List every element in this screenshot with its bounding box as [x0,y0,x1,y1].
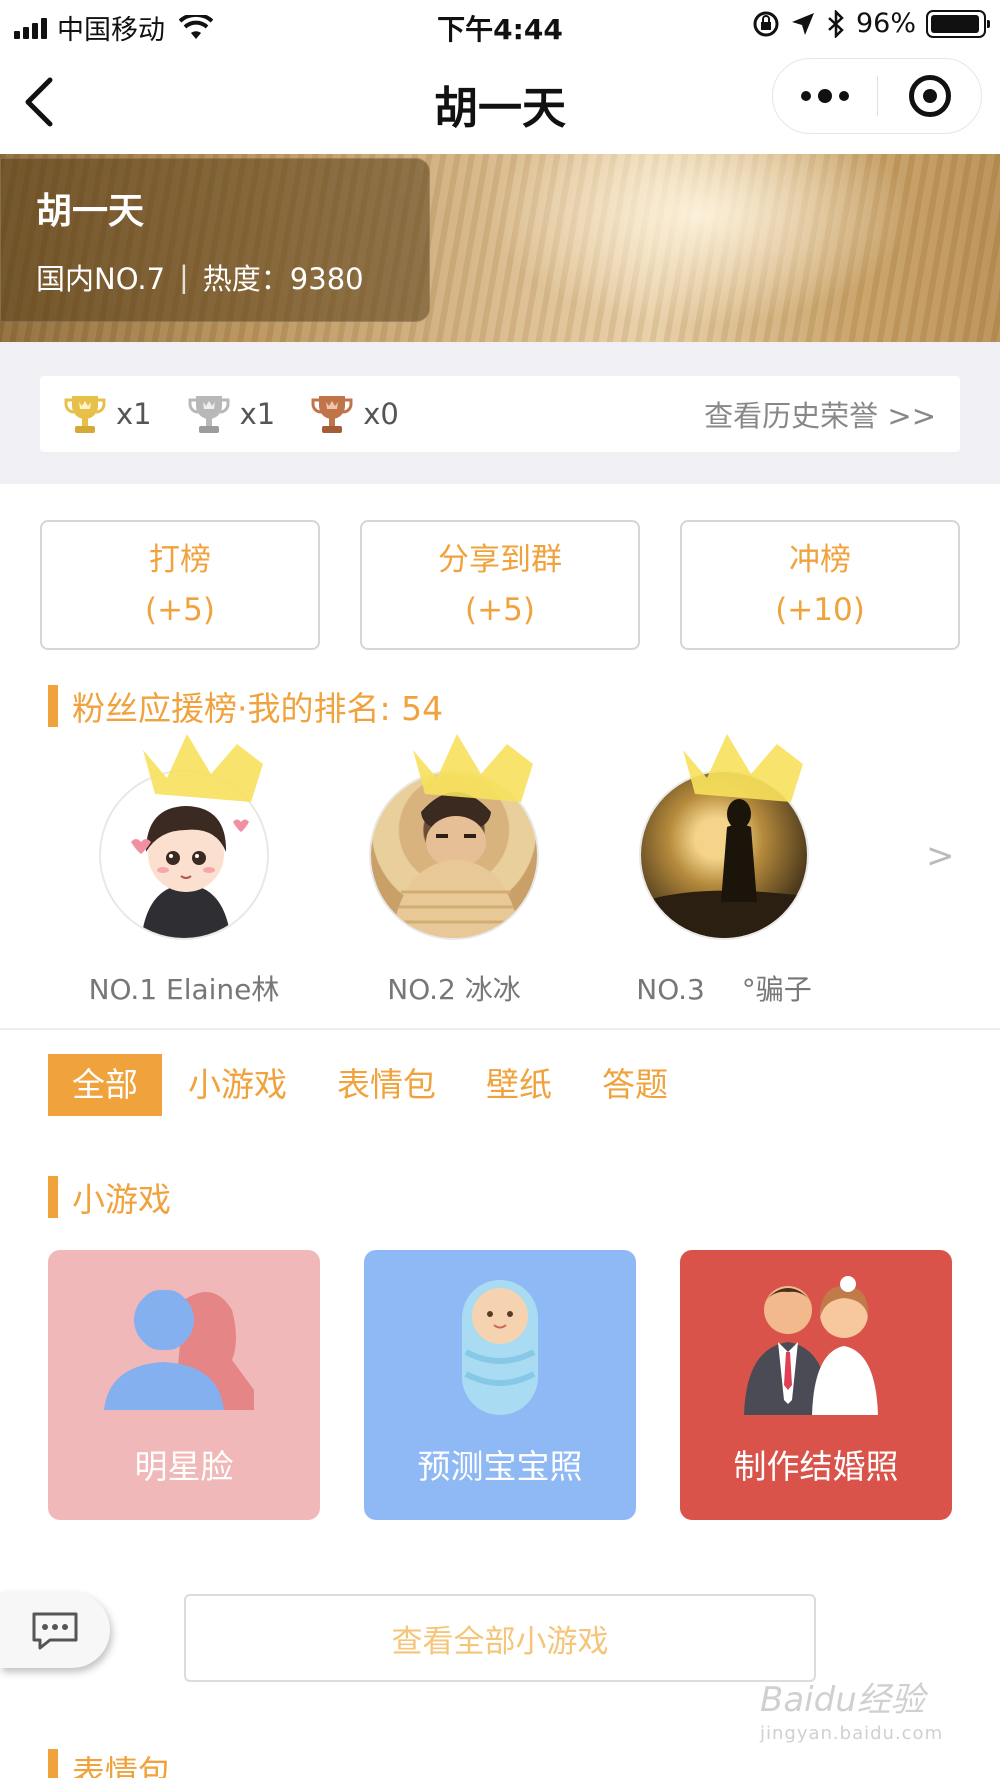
watermark-brand: Baidu经验 [760,1680,925,1720]
tab-quiz[interactable]: 答题 [602,1054,668,1116]
wedding-couple-icon [744,1276,878,1415]
baby-icon [462,1280,538,1415]
action-label: 冲榜 [789,542,851,578]
bluetooth-icon [828,9,844,38]
tab-mini-games[interactable]: 小游戏 [188,1054,287,1116]
tab-wallpapers[interactable]: 壁纸 [486,1054,552,1116]
game-label: 预测宝宝照 [417,1447,583,1486]
crown-icon [683,734,803,802]
action-bonus: (+5) [145,592,215,628]
tab-stickers[interactable]: 表情包 [337,1054,436,1116]
section-divider [0,1028,1000,1030]
honors-card: x1 x1 x0 查看历史荣誉 >> [40,376,960,452]
crown-icon [413,734,533,802]
more-dot [818,89,832,103]
fan-avatar-wrap [639,734,809,940]
history-honors-link[interactable]: 查看历史荣誉 >> [704,393,936,435]
action-label: 分享到群 [438,542,562,578]
silver-trophy: x1 [188,392,276,436]
silver-count: x1 [239,397,276,431]
action-bonus: (+10) [775,592,865,628]
watermark-url: jingyan.baidu.com [760,1723,944,1744]
games-heading-text: 小游戏 [72,1180,171,1219]
fan-item[interactable]: NO.3 °骗子 [594,734,854,1008]
more-button[interactable] [773,59,877,133]
carrier-label: 中国移动 [57,15,165,46]
stats-separator: | [179,260,189,294]
target-icon [908,75,951,117]
action-bonus: (+5) [465,592,535,628]
fan-item[interactable]: NO.2 冰冰 [324,734,584,1008]
vote-button[interactable]: 打榜 (+5) [40,520,320,650]
share-to-group-button[interactable]: 分享到群 (+5) [360,520,640,650]
location-icon [791,12,814,35]
battery-icon [926,9,990,38]
fan-label: NO.1 Elaine林 [88,973,280,1006]
bronze-trophy-icon [311,396,353,433]
games-section-heading: 小游戏 [48,1173,171,1221]
stickers-section-heading: 表情包 [48,1746,171,1778]
fan-avatar-wrap [99,734,269,940]
two-faces-icon [104,1290,254,1410]
heading-accent-bar [48,1749,58,1778]
status-bar: 中国移动 下午4:44 96% [0,0,1000,50]
star-heat: 热度：9380 [202,262,364,296]
chat-button[interactable] [0,1592,110,1668]
fan-label: NO.3 °骗子 [636,973,812,1006]
action-buttons: 打榜 (+5) 分享到群 (+5) 冲榜 (+10) [40,520,960,650]
signal-icon [14,17,47,39]
chat-bubble-icon [32,1612,78,1650]
category-tabs: 全部 小游戏 表情包 壁纸 答题 [48,1054,718,1116]
status-left: 中国移动 [14,8,213,47]
bronze-count: x0 [363,397,399,431]
fan-item[interactable]: NO.1 Elaine林 [54,734,314,1008]
gold-trophy-icon [64,396,106,433]
more-dot [839,91,849,101]
crown-icon [143,734,263,802]
wedding-photo-game-card[interactable]: 制作结婚照 [680,1250,952,1520]
nav-bar: 胡一天 [0,50,1000,154]
fans-more-arrow[interactable]: > [926,836,955,876]
miniprogram-capsule [772,58,982,134]
fans-section-heading: 粉丝应援榜·我的排名: 54 [48,682,443,730]
status-right: 96% [752,8,990,39]
tab-all[interactable]: 全部 [48,1054,162,1116]
baby-photo-game-card[interactable]: 预测宝宝照 [364,1250,636,1520]
rotation-lock-icon [753,11,779,36]
wifi-icon [179,14,213,39]
fan-label: NO.2 冰冰 [387,973,521,1006]
more-dot [801,91,811,101]
fans-heading-text: 粉丝应援榜·我的排名: 54 [72,689,444,728]
star-rank: 国内NO.7 [36,262,166,296]
game-label: 明星脸 [134,1447,234,1486]
heading-accent-bar [48,1176,58,1218]
game-label: 制作结婚照 [733,1447,899,1486]
boost-button[interactable]: 冲榜 (+10) [680,520,960,650]
bronze-trophy: x0 [311,392,399,436]
gold-trophy: x1 [64,392,152,436]
baidu-watermark: Baidu经验 jingyan.baidu.com [760,1672,943,1744]
gold-count: x1 [116,397,152,431]
battery-percent: 96% [855,8,916,39]
silver-trophy-icon [188,396,230,433]
fan-avatar-wrap [369,734,539,940]
view-all-games-button[interactable]: 查看全部小游戏 [184,1594,816,1682]
celebrity-face-game-card[interactable]: 明星脸 [48,1250,320,1520]
stickers-heading-text: 表情包 [72,1753,171,1778]
game-cards: 明星脸 预测宝宝照 制作结婚照 [48,1250,952,1520]
battery-fill [931,14,979,33]
star-banner: 胡一天 国内NO.7 | 热度：9380 [0,154,1000,342]
star-stats: 国内NO.7 | 热度：9380 [36,256,364,298]
close-button[interactable] [878,59,981,133]
honors-section: x1 x1 x0 查看历史荣誉 >> [0,342,1000,484]
star-name: 胡一天 [36,191,145,232]
heading-accent-bar [48,685,58,727]
action-label: 打榜 [149,542,211,578]
